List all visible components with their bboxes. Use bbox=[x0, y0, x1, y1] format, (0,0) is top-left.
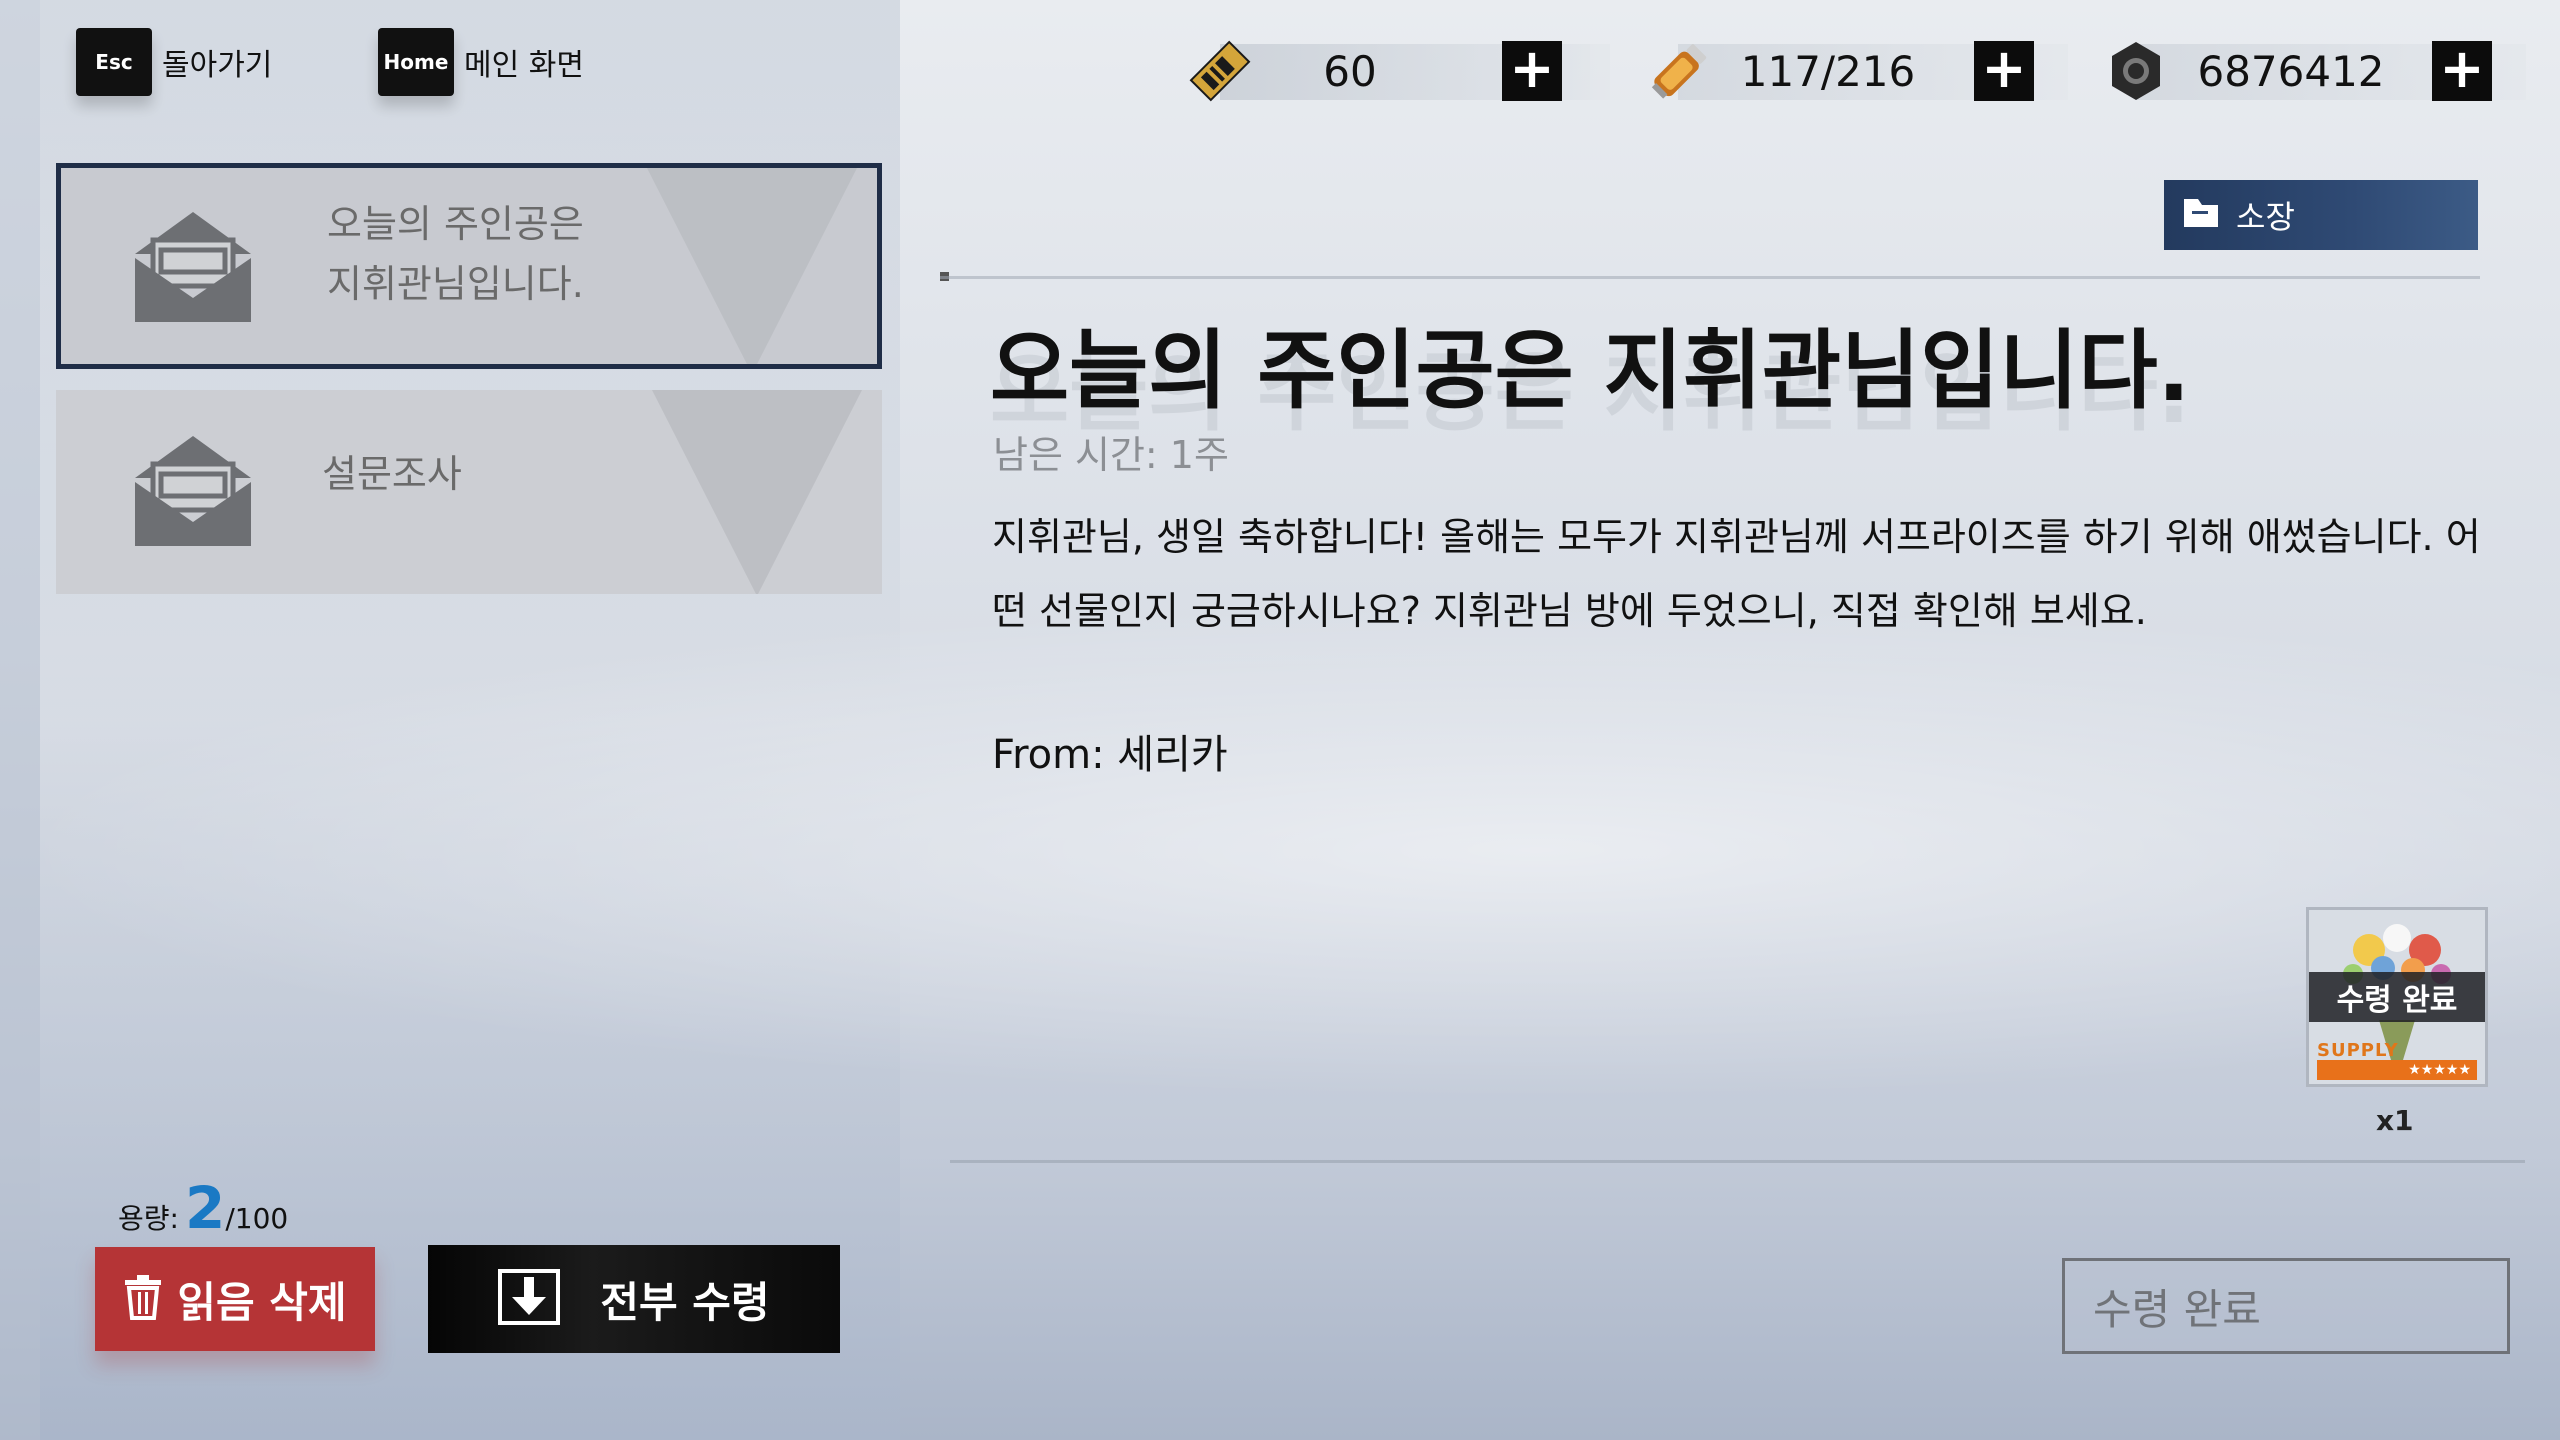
back-button[interactable]: Esc 돌아가기 bbox=[76, 28, 272, 96]
keep-button[interactable]: 소장 bbox=[2164, 180, 2478, 250]
home-key-icon: Home bbox=[378, 28, 454, 96]
delete-read-button[interactable]: 읽음 삭제 bbox=[95, 1247, 375, 1351]
mail-body: 지휘관님, 생일 축하합니다! 올해는 모두가 지휘관님께 서프라이즈를 하기 … bbox=[992, 515, 2481, 633]
trash-icon bbox=[123, 1274, 163, 1324]
envelope-open-icon bbox=[131, 430, 255, 550]
add-credit-button[interactable]: + bbox=[2432, 41, 2492, 101]
background-haze bbox=[0, 600, 2560, 1100]
mail-list-item-birthday[interactable]: 오늘의 주인공은 지휘관님입니다. bbox=[56, 163, 882, 369]
reward-tag: SUPPLY bbox=[2317, 1040, 2399, 1061]
resource-ticket-group: 60 + bbox=[1180, 36, 1610, 106]
resource-credit-group: 6876412 + bbox=[2096, 36, 2526, 106]
back-label: 돌아가기 bbox=[162, 48, 273, 83]
claim-all-label: 전부 수령 bbox=[600, 1277, 770, 1327]
ticket-count: 60 bbox=[1323, 46, 1377, 96]
item-decor-triangle bbox=[647, 168, 857, 364]
download-icon bbox=[498, 1269, 561, 1329]
mail-item-title: 오늘의 주인공은 지휘관님입니다. bbox=[327, 202, 584, 306]
reward-quantity: x1 bbox=[2376, 1104, 2414, 1137]
envelope-open-icon bbox=[131, 206, 255, 326]
item-decor-triangle bbox=[652, 390, 862, 594]
resource-battery-group: 117/216 + bbox=[1638, 36, 2068, 106]
add-battery-button[interactable]: + bbox=[1974, 41, 2034, 101]
mailbox-capacity: 용량: 2 /100 bbox=[118, 1174, 288, 1242]
esc-key-icon: Esc bbox=[76, 28, 152, 96]
battery-count: 117/216 bbox=[1740, 46, 1916, 96]
capacity-label: 용량: bbox=[118, 1202, 179, 1235]
keep-label: 소장 bbox=[2236, 198, 2295, 236]
ticket-icon bbox=[1180, 36, 1260, 106]
capacity-total: /100 bbox=[225, 1202, 289, 1235]
folder-icon bbox=[2182, 197, 2220, 233]
remaining-time: 남은 시간: 1주 bbox=[993, 433, 1229, 477]
mail-list-item-survey[interactable]: 설문조사 bbox=[56, 390, 882, 594]
capacity-count: 2 bbox=[184, 1174, 226, 1242]
mail-heading: 오늘의 주인공은 지휘관님입니다. bbox=[990, 321, 2191, 421]
claim-all-button[interactable]: 전부 수령 bbox=[428, 1245, 840, 1353]
battery-icon bbox=[1638, 36, 1718, 106]
content-divider-top bbox=[940, 276, 2480, 279]
content-divider-bottom bbox=[950, 1160, 2525, 1163]
mail-item-title: 설문조사 bbox=[322, 452, 462, 496]
mail-sender: From: 세리카 bbox=[992, 732, 1228, 778]
reward-status: 수령 완료 bbox=[2309, 972, 2485, 1022]
credit-count: 6876412 bbox=[2197, 46, 2385, 96]
add-ticket-button[interactable]: + bbox=[1502, 41, 1562, 101]
reward-rarity-stars: ★★★★★ bbox=[2317, 1060, 2477, 1080]
home-label: 메인 화면 bbox=[464, 48, 584, 83]
claimed-button[interactable]: 수령 완료 bbox=[2062, 1258, 2510, 1354]
reward-item[interactable]: 수령 완료 SUPPLY ★★★★★ bbox=[2306, 907, 2488, 1087]
home-button[interactable]: Home 메인 화면 bbox=[378, 28, 584, 96]
delete-read-label: 읽음 삭제 bbox=[177, 1277, 347, 1327]
gear-nut-icon bbox=[2096, 36, 2176, 106]
